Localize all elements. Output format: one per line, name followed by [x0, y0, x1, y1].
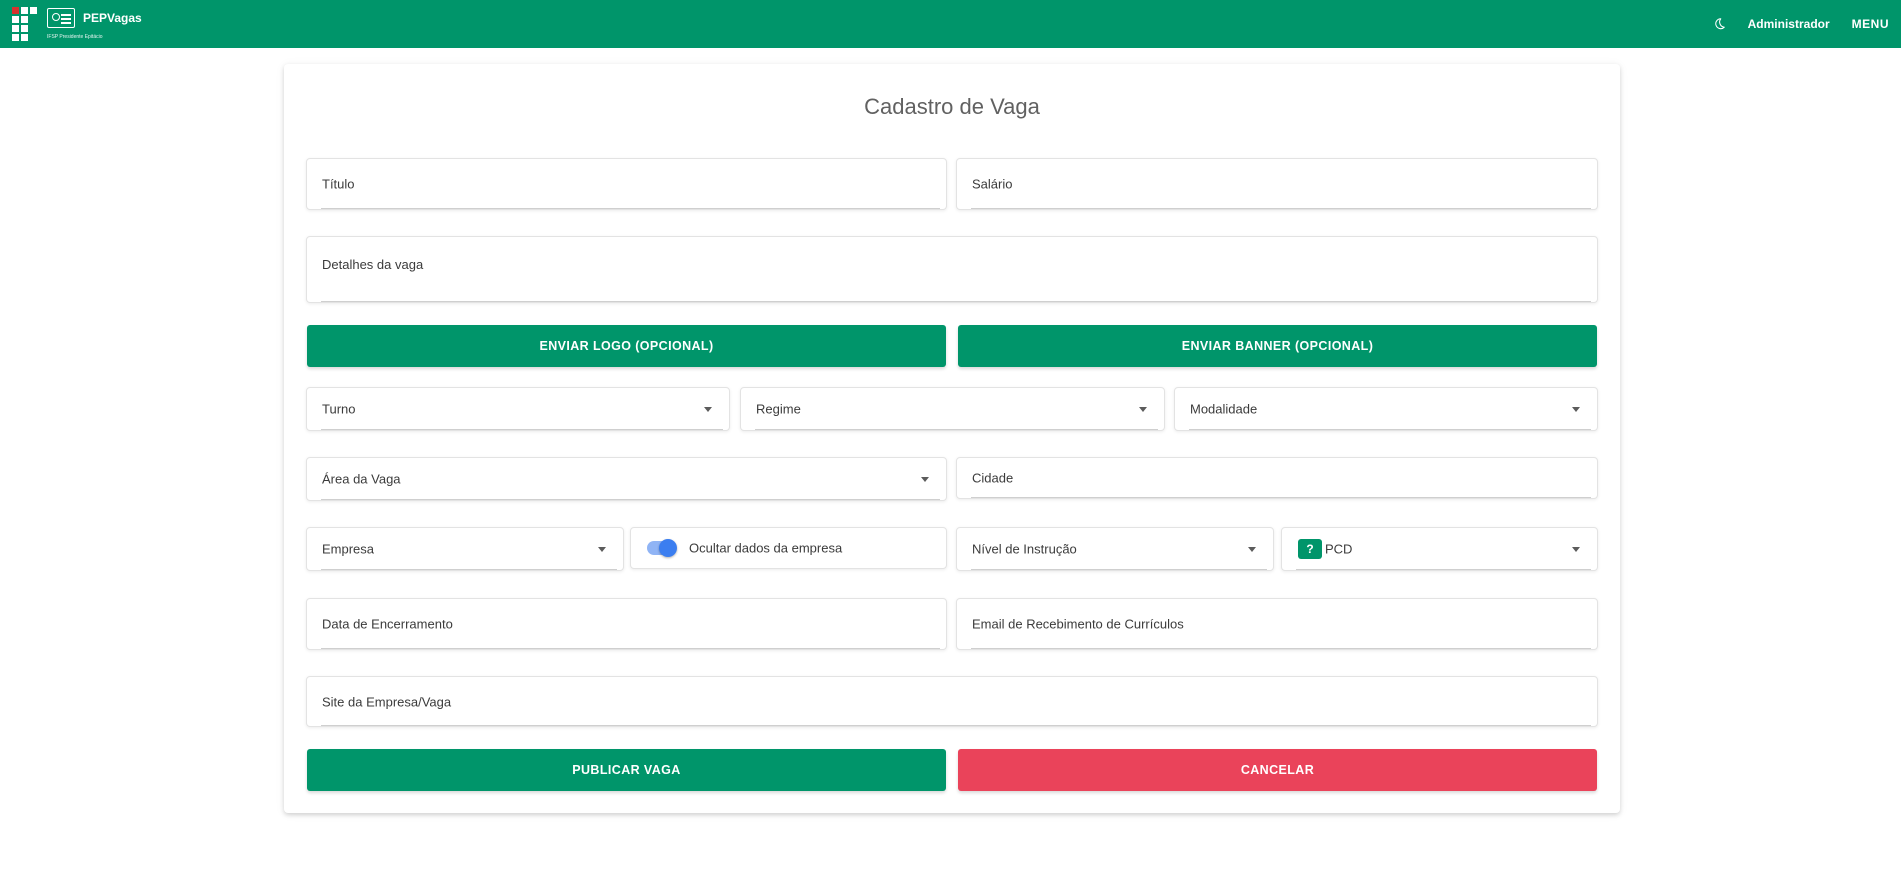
- data-encerramento-label: Data de Encerramento: [322, 616, 453, 632]
- turno-select[interactable]: Turno: [306, 387, 730, 431]
- area-label: Área da Vaga: [322, 471, 401, 487]
- ifsp-logo: [12, 7, 37, 41]
- data-encerramento-field[interactable]: Data de Encerramento: [306, 598, 947, 650]
- dropdown-arrow-icon: [1572, 547, 1580, 552]
- modalidade-label: Modalidade: [1190, 401, 1258, 417]
- help-icon[interactable]: ?: [1298, 539, 1322, 559]
- ocultar-empresa-switch[interactable]: Ocultar dados da empresa: [630, 527, 947, 569]
- brand[interactable]: PEPVagas IFSP Presidente Epitácio: [12, 7, 142, 41]
- brand-subtitle: IFSP Presidente Epitácio: [47, 34, 103, 40]
- salario-label: Salário: [972, 176, 1013, 192]
- pcd-label: PCD: [1325, 541, 1353, 557]
- empresa-label: Empresa: [322, 541, 375, 557]
- upload-logo-button[interactable]: ENVIAR LOGO (OPCIONAL): [307, 325, 946, 367]
- modalidade-select[interactable]: Modalidade: [1174, 387, 1598, 431]
- nivel-instrucao-select[interactable]: Nível de Instrução: [956, 527, 1274, 571]
- toggle-switch[interactable]: [647, 539, 677, 557]
- dropdown-arrow-icon: [921, 477, 929, 482]
- job-form-card: Cadastro de Vaga Título Salário Detalhes…: [284, 64, 1620, 813]
- dropdown-arrow-icon: [1572, 407, 1580, 412]
- dropdown-arrow-icon: [704, 407, 712, 412]
- email-curriculos-field[interactable]: Email de Recebimento de Currículos: [956, 598, 1598, 650]
- titulo-label: Título: [322, 176, 355, 192]
- detalhes-textarea[interactable]: Detalhes da vaga: [306, 236, 1598, 303]
- area-select[interactable]: Área da Vaga: [306, 457, 947, 501]
- publish-button[interactable]: PUBLICAR VAGA: [307, 749, 946, 791]
- email-label: Email de Recebimento de Currículos: [972, 616, 1184, 632]
- regime-label: Regime: [756, 401, 801, 417]
- site-field[interactable]: Site da Empresa/Vaga: [306, 676, 1598, 727]
- turno-label: Turno: [322, 401, 356, 417]
- brand-title: PEPVagas: [83, 11, 142, 25]
- site-label: Site da Empresa/Vaga: [322, 694, 452, 709]
- cidade-field[interactable]: Cidade: [956, 457, 1598, 499]
- app-header: PEPVagas IFSP Presidente Epitácio Admini…: [0, 0, 1901, 48]
- page-title: Cadastro de Vaga: [864, 94, 1040, 119]
- titulo-field[interactable]: Título: [306, 158, 947, 210]
- ocultar-label: Ocultar dados da empresa: [689, 540, 843, 556]
- cancel-button[interactable]: CANCELAR: [958, 749, 1597, 791]
- empresa-select[interactable]: Empresa: [306, 527, 624, 571]
- user-label[interactable]: Administrador: [1748, 17, 1830, 31]
- nivel-label: Nível de Instrução: [972, 541, 1077, 557]
- detalhes-label: Detalhes da vaga: [322, 257, 424, 272]
- regime-select[interactable]: Regime: [740, 387, 1165, 431]
- dropdown-arrow-icon: [1248, 547, 1256, 552]
- pcd-select[interactable]: ? PCD: [1281, 527, 1598, 571]
- id-card-icon: [47, 8, 75, 28]
- dropdown-arrow-icon: [598, 547, 606, 552]
- salario-field[interactable]: Salário: [956, 158, 1598, 210]
- menu-button[interactable]: MENU: [1852, 17, 1889, 31]
- moon-icon[interactable]: [1712, 17, 1726, 31]
- cidade-label: Cidade: [972, 470, 1014, 486]
- upload-banner-button[interactable]: ENVIAR BANNER (OPCIONAL): [958, 325, 1597, 367]
- dropdown-arrow-icon: [1139, 407, 1147, 412]
